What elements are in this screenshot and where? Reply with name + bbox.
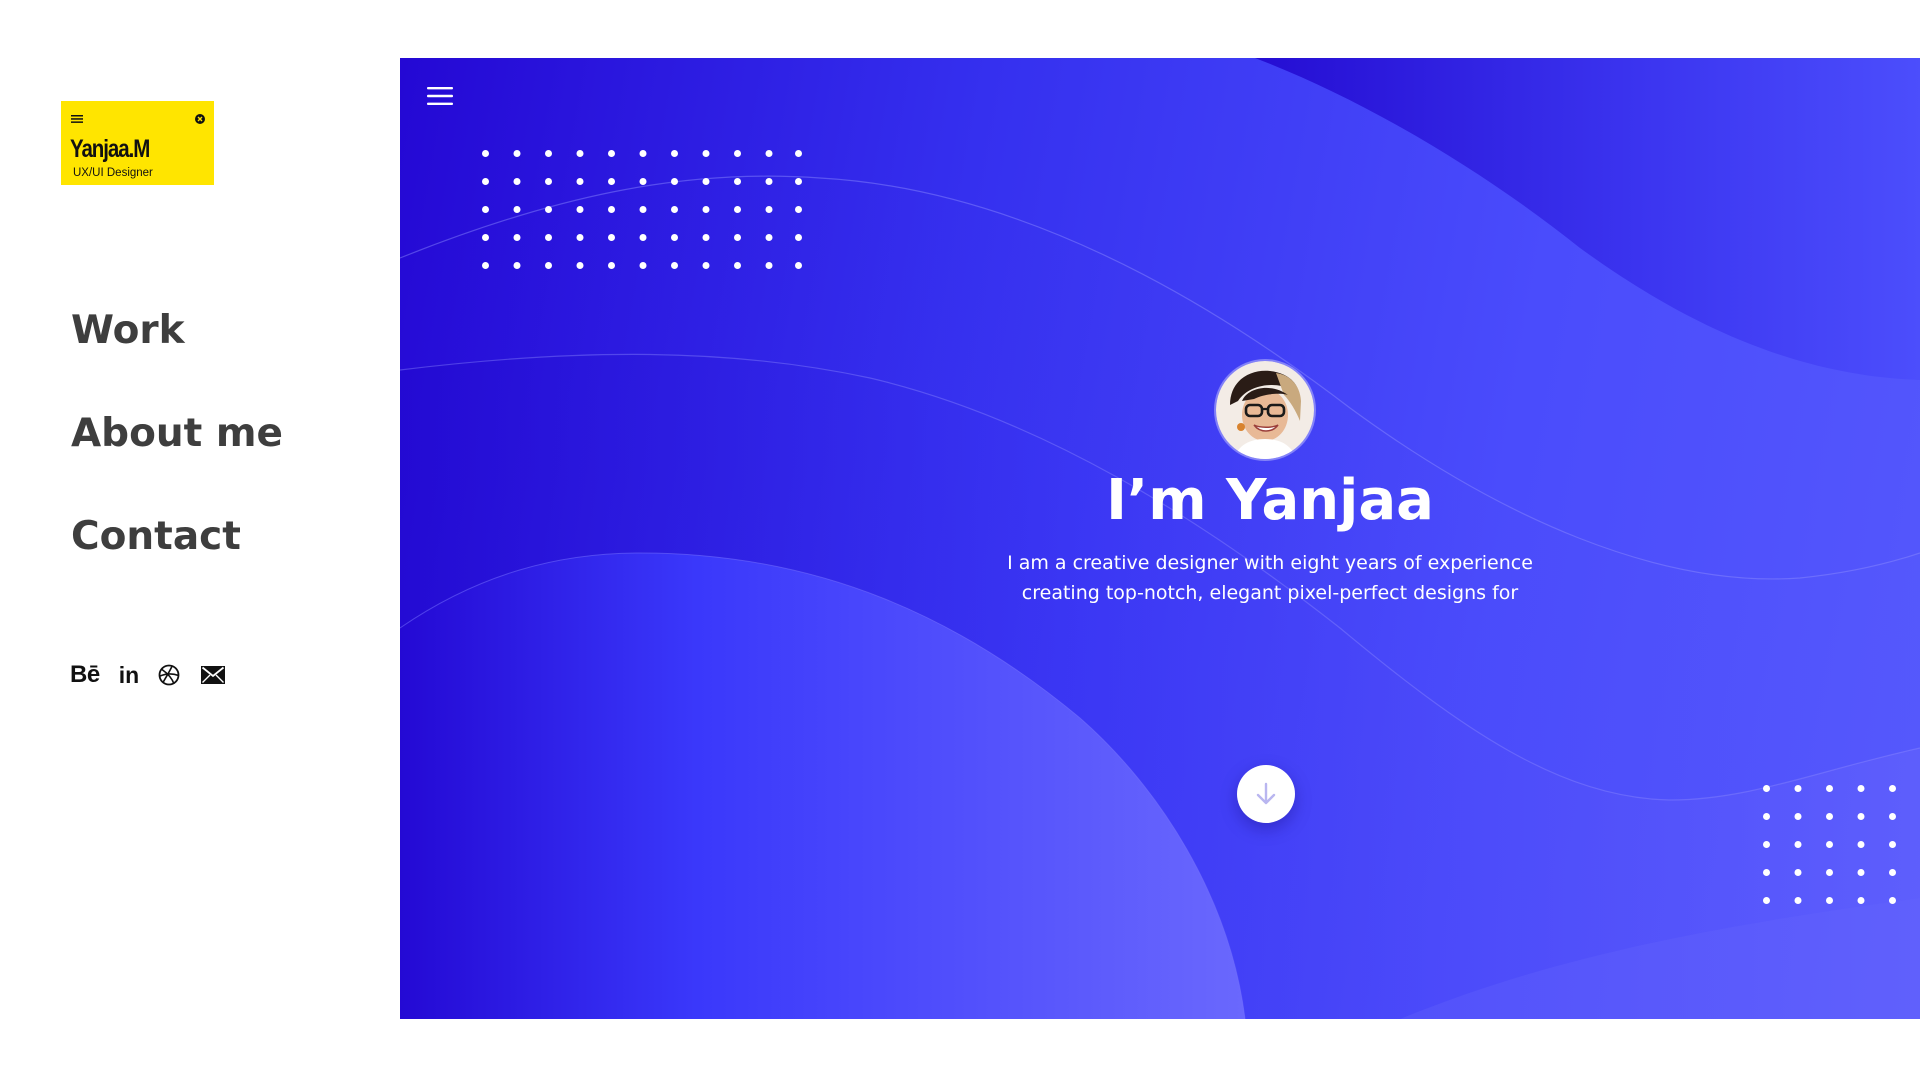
hero-title: I’m Yanjaa — [1106, 468, 1434, 533]
logo-card[interactable]: Yanjaa.M UX/UI Designer — [61, 101, 214, 185]
hamburger-icon[interactable] — [427, 86, 453, 106]
hero-section: I’m Yanjaa I am a creative designer with… — [400, 58, 1920, 1019]
scroll-down-button[interactable] — [1237, 765, 1295, 823]
dot-pattern-decoration — [1763, 785, 1896, 904]
logo-name: Yanjaa.M — [70, 135, 150, 163]
behance-icon[interactable]: Bē — [70, 661, 100, 689]
profile-photo — [1216, 361, 1314, 459]
social-links: Bē in — [70, 661, 226, 689]
avatar — [1216, 361, 1314, 459]
nav-item-contact[interactable]: Contact — [71, 514, 283, 560]
nav-item-work[interactable]: Work — [71, 308, 283, 354]
hero-description: I am a creative designer with eight year… — [400, 548, 1920, 608]
hero-description-line: creating top-notch, elegant pixel-perfec… — [1021, 582, 1519, 604]
sidebar: Yanjaa.M UX/UI Designer Work About me Co… — [0, 0, 400, 1077]
arrow-down-icon — [1256, 782, 1276, 805]
nav-item-about-me[interactable]: About me — [71, 411, 283, 457]
dot-pattern-decoration — [482, 150, 802, 269]
hero-description-line: I am a creative designer with eight year… — [1007, 552, 1533, 574]
portfolio-page: Yanjaa.M UX/UI Designer Work About me Co… — [0, 0, 1920, 1077]
menu-icon — [71, 115, 83, 123]
close-icon — [195, 114, 205, 124]
logo-role: UX/UI Designer — [73, 167, 153, 179]
mail-icon[interactable] — [201, 666, 226, 684]
dribbble-icon[interactable] — [158, 664, 180, 686]
main-nav: Work About me Contact — [71, 308, 283, 560]
linkedin-icon[interactable]: in — [119, 662, 139, 689]
